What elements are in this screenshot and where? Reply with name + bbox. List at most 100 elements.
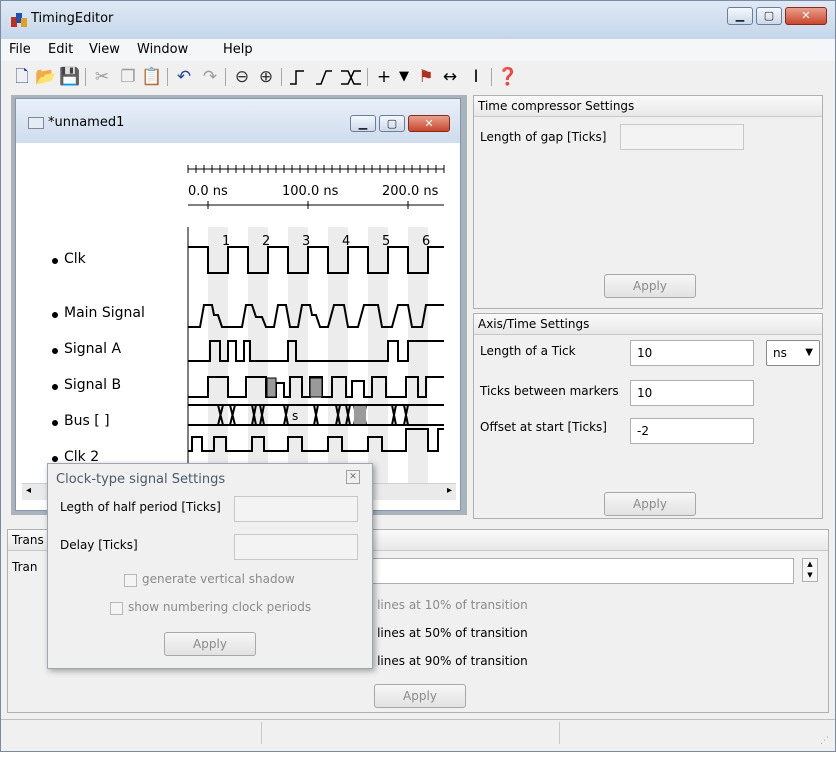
signal-name-clk[interactable]: Clk <box>52 251 86 267</box>
numbering-checkbox[interactable] <box>110 602 123 615</box>
menu-edit[interactable]: Edit <box>48 42 73 57</box>
clock-shadows <box>208 227 428 487</box>
transition-option-90: cal lines at 90% of transition <box>356 654 528 668</box>
menu-view[interactable]: View <box>89 42 120 57</box>
toolbar-separator <box>367 68 368 86</box>
transition-apply-button[interactable]: Apply <box>374 684 466 708</box>
axis-time-header: Axis/Time Settings <box>474 314 822 335</box>
signal-b-grey-region <box>309 377 323 398</box>
offset-label: Offset at start [Ticks] <box>480 420 607 434</box>
status-bar: ⋰ <box>1 719 835 748</box>
signal-marker-icon[interactable]: ⚑ <box>415 66 437 88</box>
rising-edge-icon[interactable] <box>287 66 309 88</box>
maximize-button[interactable]: ▢ <box>756 7 782 25</box>
document-icon <box>28 117 44 129</box>
markers-input[interactable]: 10 <box>630 380 754 406</box>
menu-window[interactable]: Window <box>137 42 188 57</box>
spin-down-icon[interactable]: ▼ <box>807 571 812 579</box>
tick-unit-select[interactable]: ns ▼ <box>766 340 820 366</box>
delay-label: Delay [Ticks] <box>60 538 138 552</box>
undo-icon[interactable]: ↶ <box>173 66 195 88</box>
signal-name-b[interactable]: Signal B <box>51 377 121 393</box>
signal-name-main[interactable]: Main Signal <box>52 305 145 321</box>
add-marker-icon[interactable]: + <box>373 66 395 88</box>
bus-value-label: s <box>292 409 298 423</box>
signal-name-bus[interactable]: Bus [ ] <box>52 413 110 429</box>
markers-label: Ticks between markers <box>480 384 619 398</box>
numbering-checkbox-label: show numbering clock periods <box>128 600 312 614</box>
minimize-button[interactable]: ▁ <box>727 7 753 25</box>
clock-apply-button[interactable]: Apply <box>164 632 256 656</box>
scroll-right-icon[interactable]: ▸ <box>447 485 452 496</box>
status-divider <box>559 722 560 744</box>
slope-icon[interactable] <box>313 66 335 88</box>
transition-row-label: Tran <box>12 560 38 574</box>
help-icon[interactable]: ❓ <box>497 66 519 88</box>
axis-apply-button[interactable]: Apply <box>604 492 696 516</box>
clock-settings-popup: Clock-type signal Settings ✕ Legth of ha… <box>47 463 373 669</box>
menu-help[interactable]: Help <box>223 42 253 57</box>
transition-spinbox[interactable]: ▲ ▼ <box>802 558 818 582</box>
transition-option-50: cal lines at 50% of transition <box>356 626 528 640</box>
save-icon[interactable]: 💾 <box>59 66 81 88</box>
half-period-input[interactable] <box>234 496 358 522</box>
toolbar: 🗋 📂 💾 ✂ ❐ 📋 ↶ ↷ ⊖ ⊕ + ▼ ⚑ ↔ I ❓ <box>1 63 835 91</box>
tick-length-input[interactable]: 10 <box>630 340 754 366</box>
shadow-checkbox-label: generate vertical shadow <box>142 572 295 586</box>
tick-unit-value: ns <box>773 346 787 360</box>
redo-icon[interactable]: ↷ <box>199 66 221 88</box>
timing-document-window: *unnamed1 ▁ ▢ ✕ Clk Main Signal Signal A… <box>15 98 461 511</box>
new-icon[interactable]: 🗋 <box>11 66 33 88</box>
app-logo-icon <box>11 13 27 27</box>
axis-time-panel: Axis/Time Settings Length of a Tick 10 n… <box>473 313 823 519</box>
toolbar-separator <box>225 68 226 86</box>
text-cursor-icon[interactable]: I <box>465 66 487 88</box>
close-button[interactable]: ✕ <box>785 7 827 25</box>
toolbar-separator <box>281 68 282 86</box>
title-bar: TimingEditor ▁ ▢ ✕ <box>1 1 835 39</box>
popup-close-icon[interactable]: ✕ <box>346 470 360 484</box>
time-compressor-header: Time compressor Settings <box>474 96 822 117</box>
delay-input[interactable] <box>234 534 358 560</box>
ruler-label-0: 0.0 ns <box>188 184 228 199</box>
close-icon: ✕ <box>801 9 811 22</box>
signal-b-grey-region <box>266 377 277 398</box>
bus-grey-region <box>354 406 366 424</box>
copy-icon[interactable]: ❐ <box>117 66 139 88</box>
scroll-left-icon[interactable]: ◂ <box>26 485 31 496</box>
menu-file[interactable]: File <box>9 42 31 57</box>
bus-transition-icon[interactable] <box>339 66 363 88</box>
ruler-label-100: 100.0 ns <box>282 184 339 199</box>
waveform-canvas[interactable]: 0.0 ns 100.0 ns 200.0 ns 1 2 3 4 5 6 s <box>186 99 456 507</box>
zoom-out-icon[interactable]: ⊖ <box>231 66 253 88</box>
zoom-in-icon[interactable]: ⊕ <box>255 66 277 88</box>
horizontal-arrow-icon[interactable]: ↔ <box>439 66 461 88</box>
cut-icon[interactable]: ✂ <box>91 66 113 88</box>
time-compressor-panel: Time compressor Settings Length of gap [… <box>473 95 823 309</box>
status-divider <box>261 722 262 744</box>
gap-length-input[interactable] <box>620 124 744 150</box>
gap-length-label: Length of gap [Ticks] <box>480 130 607 144</box>
maximize-icon: ▢ <box>763 9 775 22</box>
toolbar-separator <box>167 68 168 86</box>
window-title: TimingEditor <box>31 11 114 26</box>
signal-name-a[interactable]: Signal A <box>51 341 121 357</box>
toolbar-separator <box>85 68 86 86</box>
open-icon[interactable]: 📂 <box>35 66 57 88</box>
document-title: *unnamed1 <box>48 115 125 130</box>
paste-icon[interactable]: 📋 <box>141 66 163 88</box>
resize-grip-icon[interactable]: ⋰ <box>820 736 829 746</box>
spin-up-icon[interactable]: ▲ <box>807 560 812 568</box>
transition-option-10: cal lines at 10% of transition <box>356 598 528 612</box>
dropdown-arrow-icon[interactable]: ▼ <box>395 66 413 88</box>
ruler-label-200: 200.0 ns <box>382 184 439 199</box>
clock-settings-title: Clock-type signal Settings <box>56 472 226 487</box>
menu-bar: File Edit View Window Help <box>1 39 835 61</box>
tick-length-label: Length of a Tick <box>480 344 576 358</box>
minimize-icon: ▁ <box>735 9 745 22</box>
half-period-label: Legth of half period [Ticks] <box>60 500 221 514</box>
offset-input[interactable]: -2 <box>630 418 754 444</box>
time-compressor-apply-button[interactable]: Apply <box>604 274 696 298</box>
app-window: TimingEditor ▁ ▢ ✕ File Edit View Window… <box>0 0 836 752</box>
shadow-checkbox[interactable] <box>124 574 137 587</box>
